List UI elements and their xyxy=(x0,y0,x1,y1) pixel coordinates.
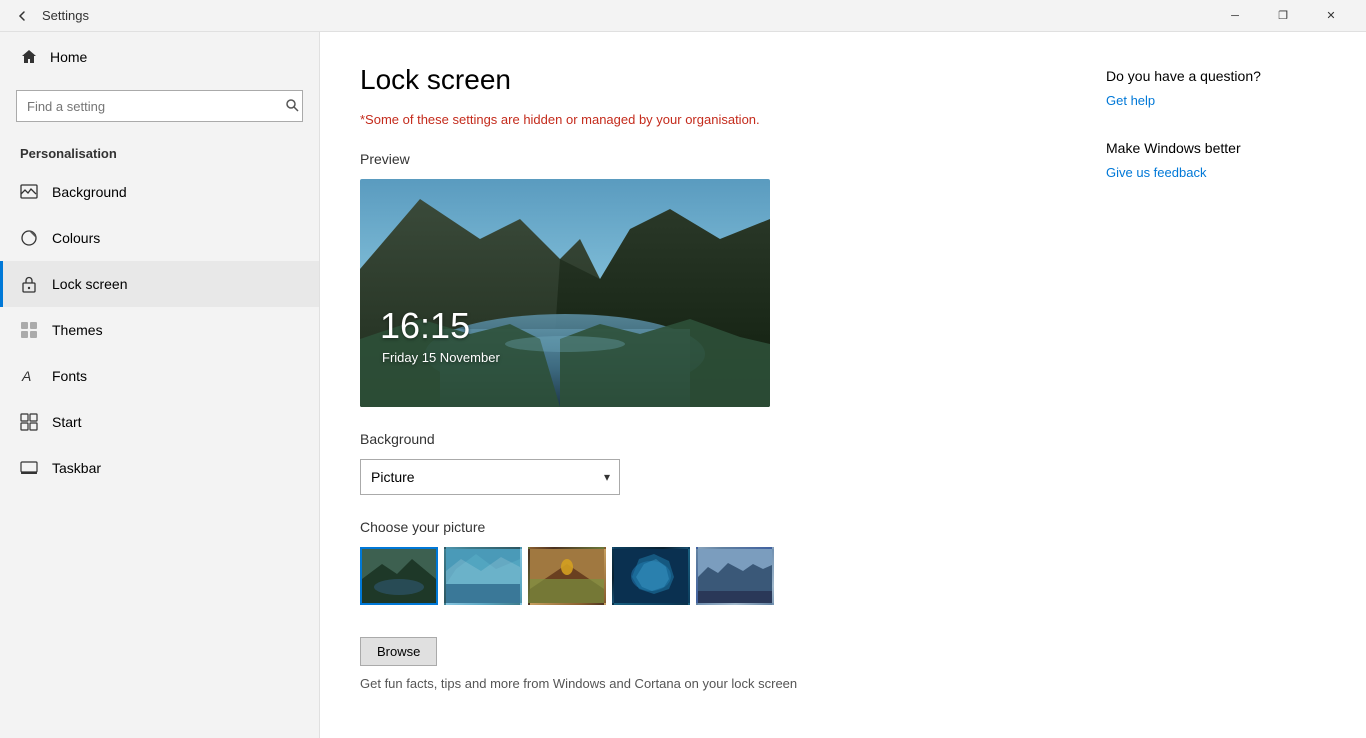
cortana-notice: Get fun facts, tips and more from Window… xyxy=(360,674,1066,694)
help-section: Do you have a question? Get help xyxy=(1106,68,1326,108)
sidebar-item-fonts[interactable]: A Fonts xyxy=(0,353,319,399)
thumbnail-5[interactable] xyxy=(696,547,774,605)
thumbnail-4[interactable] xyxy=(612,547,690,605)
lock-screen-icon xyxy=(20,275,38,293)
themes-label: Themes xyxy=(52,322,103,338)
sidebar-item-taskbar[interactable]: Taskbar xyxy=(0,445,319,491)
app-body: Home Personalisation Background Colours xyxy=(0,32,1366,738)
close-button[interactable]: ✕ xyxy=(1308,0,1354,32)
svg-text:A: A xyxy=(21,368,31,384)
lock-screen-preview: 16:15 Friday 15 November xyxy=(360,179,770,407)
titlebar-title: Settings xyxy=(42,8,1212,23)
sidebar-item-lock-screen[interactable]: Lock screen xyxy=(0,261,319,307)
search-box xyxy=(16,90,303,122)
background-dropdown[interactable]: Windows spotlight Picture Slideshow xyxy=(360,459,620,495)
fonts-label: Fonts xyxy=(52,368,87,384)
sidebar-item-background[interactable]: Background xyxy=(0,169,319,215)
sidebar-item-colours[interactable]: Colours xyxy=(0,215,319,261)
colours-label: Colours xyxy=(52,230,100,246)
thumbnail-3[interactable] xyxy=(528,547,606,605)
lock-time: 16:15 xyxy=(380,305,470,347)
home-label: Home xyxy=(50,49,87,65)
preview-label: Preview xyxy=(360,151,1066,167)
feedback-section: Make Windows better Give us feedback xyxy=(1106,140,1326,180)
make-better-label: Make Windows better xyxy=(1106,140,1326,156)
preview-landscape-svg xyxy=(360,179,770,407)
browse-button[interactable]: Browse xyxy=(360,637,437,666)
search-button[interactable] xyxy=(285,98,299,115)
choose-picture-label: Choose your picture xyxy=(360,519,1066,535)
minimize-button[interactable]: ─ xyxy=(1212,0,1258,32)
search-input[interactable] xyxy=(16,90,303,122)
background-section-label: Background xyxy=(360,431,1066,447)
taskbar-label: Taskbar xyxy=(52,460,101,476)
main-content: Lock screen *Some of these settings are … xyxy=(320,32,1366,738)
back-button[interactable] xyxy=(12,6,32,26)
sidebar: Home Personalisation Background Colours xyxy=(0,32,320,738)
get-help-link[interactable]: Get help xyxy=(1106,93,1155,108)
thumbnails-row xyxy=(360,547,1066,605)
sidebar-item-themes[interactable]: Themes xyxy=(0,307,319,353)
lock-date: Friday 15 November xyxy=(382,350,500,365)
colours-icon xyxy=(20,229,38,247)
org-notice: *Some of these settings are hidden or ma… xyxy=(360,112,1066,127)
themes-icon xyxy=(20,321,38,339)
sidebar-item-home[interactable]: Home xyxy=(0,32,319,82)
window-controls: ─ ❐ ✕ xyxy=(1212,0,1354,32)
question-label: Do you have a question? xyxy=(1106,68,1326,84)
taskbar-icon xyxy=(20,459,38,477)
lock-screen-label: Lock screen xyxy=(52,276,127,292)
background-dropdown-wrapper: Windows spotlight Picture Slideshow ▾ xyxy=(360,459,620,495)
titlebar: Settings ─ ❐ ✕ xyxy=(0,0,1366,32)
background-label: Background xyxy=(52,184,127,200)
page-title: Lock screen xyxy=(360,64,1066,96)
background-icon xyxy=(20,183,38,201)
start-label: Start xyxy=(52,414,82,430)
thumbnails-section: Choose your picture xyxy=(360,519,1066,605)
start-icon xyxy=(20,413,38,431)
thumbnail-2[interactable] xyxy=(444,547,522,605)
right-panel: Do you have a question? Get help Make Wi… xyxy=(1106,64,1326,706)
background-dropdown-container: Windows spotlight Picture Slideshow ▾ xyxy=(360,459,1066,495)
restore-button[interactable]: ❐ xyxy=(1260,0,1306,32)
thumbnail-1[interactable] xyxy=(360,547,438,605)
sidebar-item-start[interactable]: Start xyxy=(0,399,319,445)
sidebar-section-title: Personalisation xyxy=(0,130,319,169)
home-icon xyxy=(20,48,38,66)
give-feedback-link[interactable]: Give us feedback xyxy=(1106,165,1206,180)
content-area: Lock screen *Some of these settings are … xyxy=(360,64,1066,706)
fonts-icon: A xyxy=(20,367,38,385)
